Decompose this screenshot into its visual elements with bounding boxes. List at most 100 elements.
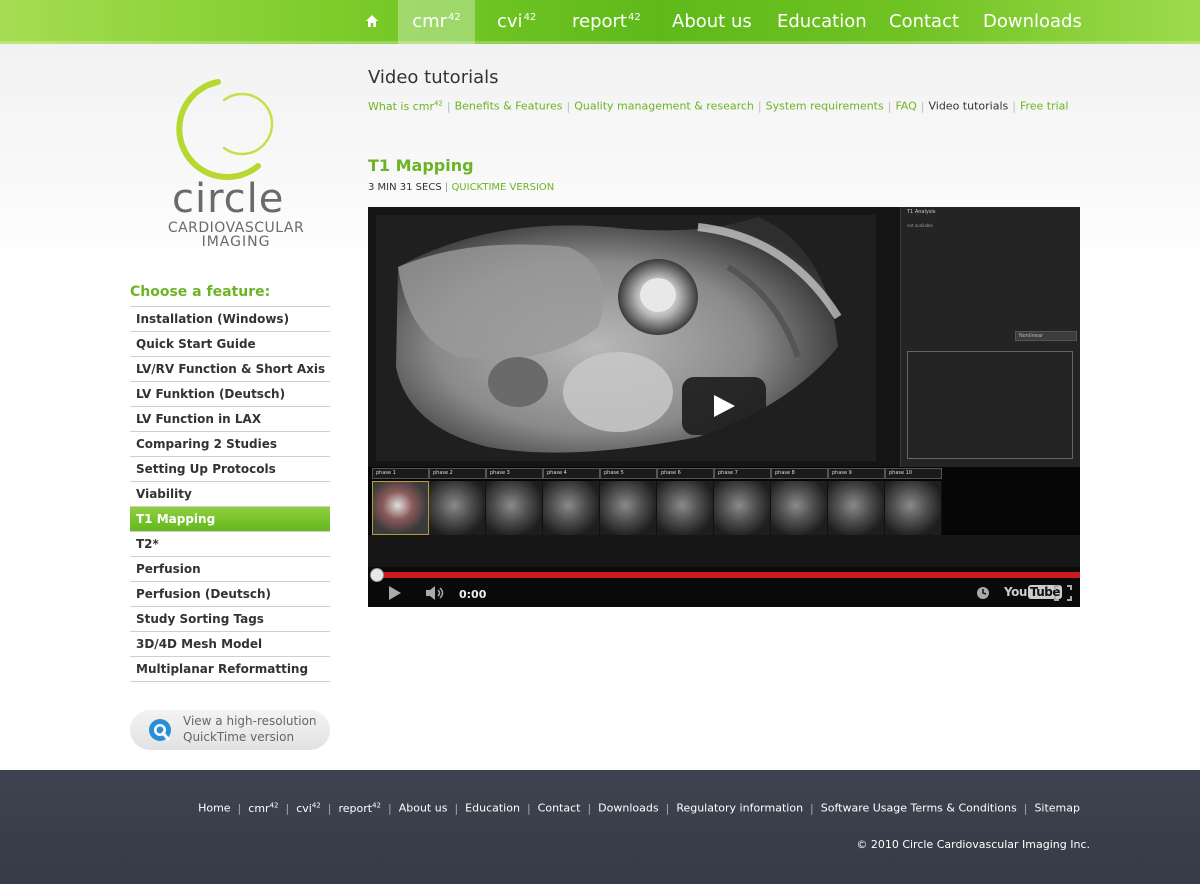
subnav-item-quality-management-research[interactable]: Quality management & research (574, 100, 754, 113)
nav-sup: 42 (523, 12, 537, 23)
footer-link-sup: 42 (372, 801, 381, 809)
footer-link-label: Home (198, 801, 231, 815)
footer-link-label: Sitemap (1034, 801, 1080, 815)
quicktime-promo-line2: QuickTime version (183, 730, 295, 744)
phase-thumbnail (486, 481, 543, 535)
phase-label: phase 9 (828, 468, 885, 479)
footer-link-sitemap[interactable]: Sitemap (1034, 802, 1080, 815)
feature-item-installation-windows[interactable]: Installation (Windows) (130, 307, 330, 332)
top-nav-bar: cmr42 cvi42 report42 About us Education … (0, 0, 1200, 44)
footer-link-software-usage-terms-conditions[interactable]: Software Usage Terms & Conditions (821, 802, 1017, 815)
subnav-item-what-is-cmr42[interactable]: What is cmr42 (368, 99, 443, 113)
footer-separator: | (526, 801, 531, 815)
feature-item-perfusion-deutsch[interactable]: Perfusion (Deutsch) (130, 582, 330, 607)
footer-separator: | (1023, 801, 1028, 815)
feature-item-t1-mapping[interactable]: T1 Mapping (130, 507, 330, 532)
feature-item-quick-start-guide[interactable]: Quick Start Guide (130, 332, 330, 357)
analysis-plot-area (907, 351, 1073, 459)
subnav-sup: 42 (433, 99, 443, 107)
quicktime-promo-button[interactable]: View a high-resolution QuickTime version (130, 710, 330, 750)
feature-item-comparing-2-studies[interactable]: Comparing 2 Studies (130, 432, 330, 457)
quicktime-promo-line1: View a high-resolution (183, 714, 317, 728)
clock-icon[interactable] (976, 586, 990, 600)
subnav-item-system-requirements[interactable]: System requirements (766, 100, 884, 113)
analysis-panel: T1 Analysis not available Nonlinear (900, 207, 1080, 469)
time-display: 0:00 (459, 588, 487, 601)
feature-item-viability[interactable]: Viability (130, 482, 330, 507)
fit-method-dropdown: Nonlinear (1015, 331, 1077, 341)
feature-item-study-sorting-tags[interactable]: Study Sorting Tags (130, 607, 330, 632)
nav-item-cvi42[interactable]: cvi42 (497, 0, 536, 44)
footer-separator: | (587, 801, 592, 815)
footer-separator: | (327, 801, 332, 815)
quicktime-version-link[interactable]: QUICKTIME VERSION (451, 182, 554, 193)
footer-link-label: Contact (537, 801, 581, 815)
subnav-item-benefits-features[interactable]: Benefits & Features (455, 100, 563, 113)
sub-navigation: What is cmr42 | Benefits & Features | Qualit… (368, 99, 1068, 113)
subnav-item-faq[interactable]: FAQ (895, 100, 916, 113)
logo-wordmark: circle (172, 176, 285, 222)
subnav-label: Benefits & Features (454, 99, 563, 113)
footer-link-contact[interactable]: Contact (538, 802, 581, 815)
footer-link-downloads[interactable]: Downloads (598, 802, 658, 815)
footer-separator: | (237, 801, 242, 815)
footer-link-label: Education (465, 801, 520, 815)
nav-sup: 42 (448, 12, 461, 23)
footer-separator: | (388, 801, 392, 815)
nav-item-education[interactable]: Education (777, 0, 867, 44)
feature-item-perfusion[interactable]: Perfusion (130, 557, 330, 582)
subnav-label: Quality management & research (574, 99, 754, 113)
footer-link-label: Downloads (598, 801, 659, 815)
footer-link-report42[interactable]: report42 (338, 801, 381, 815)
footer-link-home[interactable]: Home (198, 802, 230, 815)
nav-item-cmr42[interactable]: cmr42 (398, 0, 475, 44)
nav-item-about-us[interactable]: About us (672, 0, 752, 44)
nav-item-contact[interactable]: Contact (889, 0, 959, 44)
footer: Home | cmr42 | cvi42 | report42 | About us | Educa… (0, 770, 1200, 884)
subnav-item-free-trial[interactable]: Free trial (1020, 100, 1069, 113)
footer-link-education[interactable]: Education (465, 802, 520, 815)
logo-subtitle-line2: IMAGING (201, 234, 271, 250)
video-player[interactable]: T1 Analysis not available Nonlinear phas… (368, 207, 1080, 607)
video-title: T1 Mapping (368, 156, 474, 175)
footer-link-sup: 42 (269, 801, 279, 809)
feature-item-lv-function-in-lax[interactable]: LV Function in LAX (130, 407, 330, 432)
subnav-label: What is cmr (368, 99, 434, 113)
feature-item-3d-4d-mesh-model[interactable]: 3D/4D Mesh Model (130, 632, 330, 657)
fullscreen-icon[interactable] (1054, 585, 1072, 601)
youtube-logo-you: You (1004, 585, 1027, 599)
nav-item-downloads[interactable]: Downloads (983, 0, 1082, 44)
feature-item-setting-up-protocols[interactable]: Setting Up Protocols (130, 457, 330, 482)
volume-icon[interactable] (426, 586, 446, 600)
phase-label: phase 2 (429, 468, 486, 479)
phase-header: phase 1 phase 2 phase 3 phase 4 phase 5 phase… (372, 468, 942, 479)
progress-bar[interactable] (374, 572, 1080, 578)
play-icon[interactable] (388, 586, 402, 600)
footer-link-label: report (338, 801, 373, 815)
footer-link-regulatory-information[interactable]: Regulatory information (676, 802, 803, 815)
play-icon (714, 395, 735, 417)
footer-link-about-us[interactable]: About us (399, 802, 448, 815)
subnav-separator: | (887, 99, 892, 113)
footer-link-cvi42[interactable]: cvi42 (296, 801, 321, 815)
nav-home-button[interactable] (358, 0, 386, 44)
feature-item-lv-rv-function-short-axis-3d[interactable]: LV/RV Function & Short Axis 3D (130, 357, 330, 382)
feature-item-lv-funktion-deutsch[interactable]: LV Funktion (Deutsch) (130, 382, 330, 407)
feature-item-multiplanar-reformatting[interactable]: Multiplanar Reformatting (130, 657, 330, 682)
subnav-label: Free trial (1019, 99, 1069, 113)
subnav-item-video-tutorials[interactable]: Video tutorials (928, 100, 1008, 113)
feature-item-t2[interactable]: T2* (130, 532, 330, 557)
nav-item-report42[interactable]: report42 (572, 0, 641, 44)
footer-link-cmr42[interactable]: cmr42 (248, 801, 279, 815)
phase-thumbnail (714, 481, 771, 535)
nav-sup: 42 (627, 12, 641, 23)
phase-thumbnail (828, 481, 885, 535)
phase-thumbnail (657, 481, 714, 535)
phase-label: phase 6 (657, 468, 714, 479)
large-play-button[interactable] (682, 377, 766, 435)
subnav-separator: | (757, 99, 762, 113)
copyright: © 2010 Circle Cardiovascular Imaging Inc… (856, 838, 1090, 851)
footer-separator: | (665, 801, 670, 815)
phase-strip: phase 1 phase 2 phase 3 phase 4 phase 5 phase… (368, 467, 1080, 535)
nav-label: cmr (412, 11, 448, 32)
